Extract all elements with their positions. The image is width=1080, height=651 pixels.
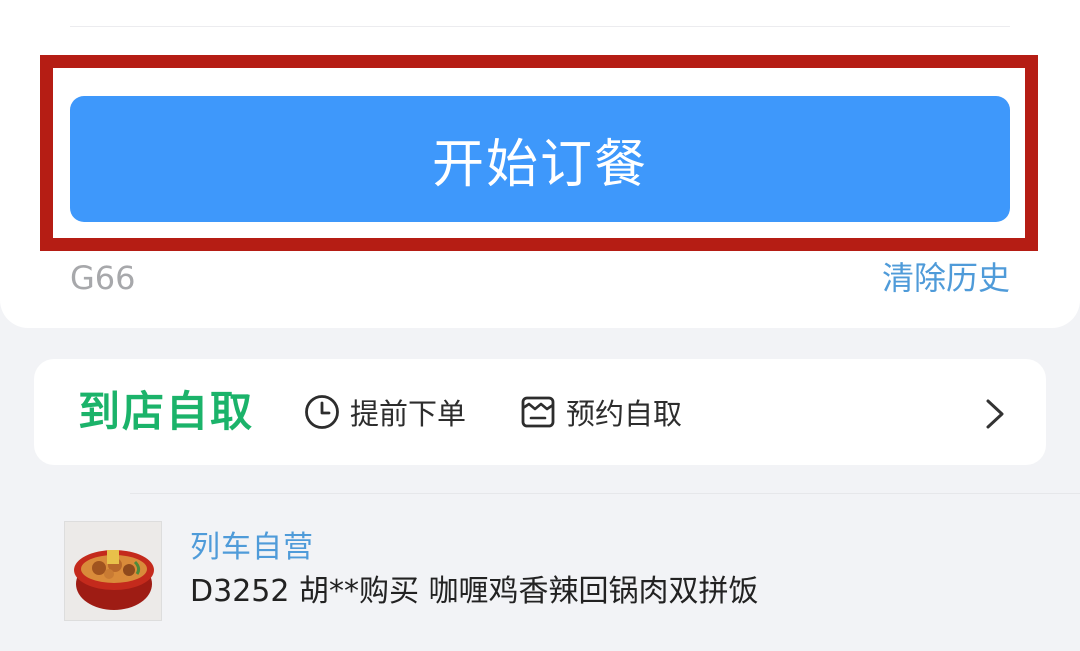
store-pickup-card[interactable]: 到店自取 提前下单 预约自取	[34, 359, 1046, 465]
divider	[70, 26, 1010, 27]
divider	[130, 493, 1080, 494]
seller-tag: 列车自营	[190, 530, 314, 565]
food-bowl-image	[65, 522, 161, 620]
feature-label: 预约自取	[566, 397, 683, 431]
feature-label: 提前下单	[350, 397, 467, 431]
clock-icon	[305, 395, 339, 429]
pickup-box-icon	[521, 396, 555, 428]
clear-history-link[interactable]: 清除历史	[882, 258, 1010, 298]
store-pickup-title: 到店自取	[78, 387, 255, 436]
history-train-number[interactable]: G66	[70, 258, 136, 298]
feature-reserve-pickup: 预约自取	[520, 392, 682, 432]
feature-order-ahead: 提前下单	[304, 392, 466, 432]
order-panel: 开始订餐 G66 清除历史	[0, 0, 1080, 328]
order-description: D3252 胡**购买 咖喱鸡香辣回锅肉双拼饭	[190, 574, 759, 609]
recent-order-item[interactable]: 列车自营 D3252 胡**购买 咖喱鸡香辣回锅肉双拼饭	[64, 521, 1024, 623]
food-thumbnail	[64, 521, 162, 621]
chevron-right-icon[interactable]	[984, 398, 1006, 430]
highlight-annotation-box	[40, 55, 1038, 251]
